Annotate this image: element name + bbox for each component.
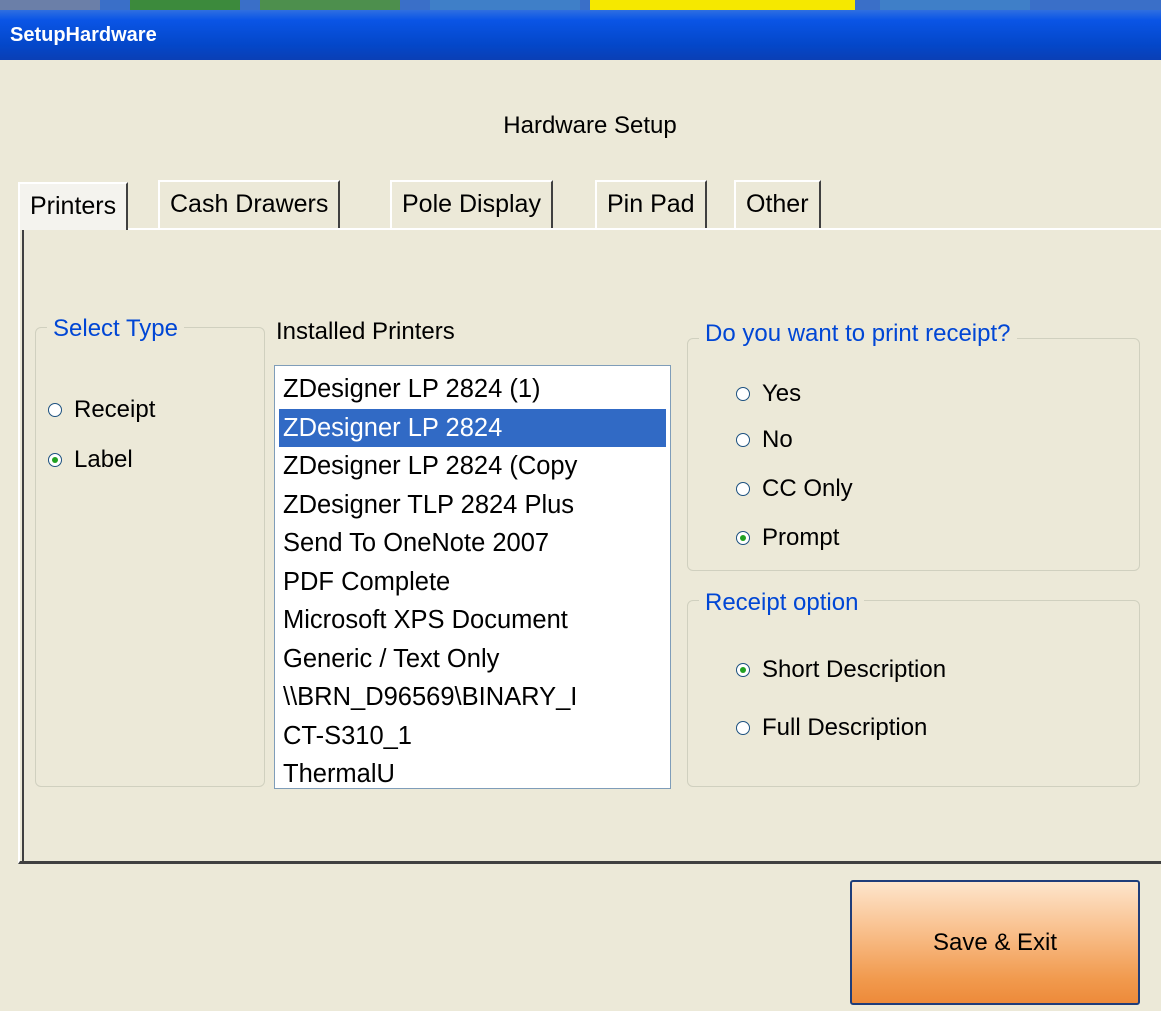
radio-circle-icon [736, 387, 750, 401]
window-title-bar[interactable]: SetupHardware [0, 10, 1161, 60]
radio-checked-icon [736, 531, 750, 545]
radio-circle-icon [736, 482, 750, 496]
page-title: Hardware Setup [503, 112, 677, 139]
tab-label: Pole Display [402, 190, 541, 218]
radio-circle-icon [48, 403, 62, 417]
tab-other[interactable]: Other [734, 180, 821, 228]
tab-printers[interactable]: Printers [18, 182, 129, 230]
radio-label: Yes [762, 380, 802, 407]
list-item[interactable]: Microsoft XPS Document [275, 601, 670, 640]
installed-printers-label: Installed Printers [276, 318, 455, 345]
list-item[interactable]: ZDesigner LP 2824 (Copy [275, 447, 670, 486]
list-item-selected[interactable]: ZDesigner LP 2824 [279, 408, 666, 447]
background-app-strip [0, 0, 1161, 10]
list-item[interactable]: PDF Complete [275, 563, 670, 602]
radio-label-type[interactable]: Label [48, 446, 133, 474]
select-type-title: Select Type [47, 315, 184, 343]
list-item[interactable]: ZDesigner TLP 2824 Plus [275, 486, 670, 525]
radio-checked-icon [48, 453, 62, 467]
radio-no[interactable]: No [736, 426, 793, 454]
print-receipt-title: Do you want to print receipt? [699, 320, 1017, 348]
tab-cash-drawers[interactable]: Cash Drawers [158, 180, 341, 228]
receipt-option-group [687, 600, 1140, 787]
tab-label: Other [746, 190, 809, 218]
tab-pin-pad[interactable]: Pin Pad [595, 180, 707, 228]
radio-prompt[interactable]: Prompt [736, 524, 839, 552]
radio-label: No [762, 426, 793, 453]
radio-label: Receipt [74, 396, 156, 423]
tab-label: Pin Pad [607, 190, 695, 218]
radio-checked-icon [736, 663, 750, 677]
list-item[interactable]: Generic / Text Only [275, 640, 670, 679]
radio-label: CC Only [762, 475, 853, 502]
list-item[interactable]: CT-S310_1 [275, 717, 670, 756]
tab-pole-display[interactable]: Pole Display [390, 180, 553, 228]
save-exit-button[interactable]: Save & Exit [850, 880, 1140, 1005]
panel-edge [22, 230, 24, 861]
receipt-option-title: Receipt option [699, 589, 865, 617]
radio-circle-icon [736, 433, 750, 447]
radio-receipt[interactable]: Receipt [48, 396, 155, 424]
save-exit-label: Save & Exit [932, 929, 1058, 956]
radio-short-description[interactable]: Short Description [736, 656, 946, 684]
radio-cc-only[interactable]: CC Only [736, 475, 853, 503]
radio-full-description[interactable]: Full Description [736, 714, 927, 742]
tab-label: Printers [30, 192, 117, 220]
list-item[interactable]: ThermalU [275, 755, 670, 788]
radio-circle-icon [736, 721, 750, 735]
window-title: SetupHardware [10, 24, 157, 46]
list-item[interactable]: ZDesigner LP 2824 (1) [275, 370, 670, 409]
list-item[interactable]: \\BRN_D96569\BINARY_I [275, 678, 670, 717]
radio-label: Label [74, 446, 133, 473]
radio-yes[interactable]: Yes [736, 380, 801, 408]
radio-label: Full Description [762, 714, 928, 741]
list-item[interactable]: Send To OneNote 2007 [275, 524, 670, 563]
tab-label: Cash Drawers [170, 190, 329, 218]
installed-printers-listbox[interactable]: ZDesigner LP 2824 (1) ZDesigner LP 2824 … [274, 365, 671, 789]
radio-label: Prompt [762, 524, 840, 551]
radio-label: Short Description [762, 656, 947, 683]
